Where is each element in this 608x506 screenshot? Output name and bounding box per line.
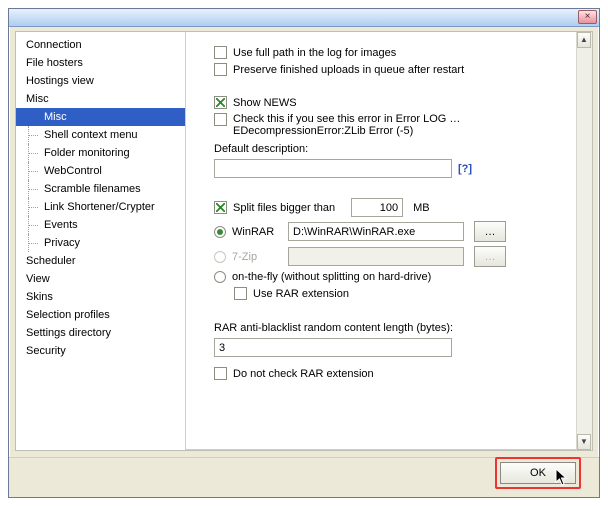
checkbox-show-news[interactable]	[214, 96, 227, 109]
category-tree: Connection File hosters Hostings view Mi…	[16, 32, 186, 450]
dialog-body: Connection File hosters Hostings view Mi…	[15, 31, 593, 451]
settings-panel: ▲ ▼ Use full path in the log for images …	[186, 32, 592, 450]
titlebar: ×	[9, 9, 599, 27]
tree-item-skins[interactable]: Skins	[16, 288, 185, 306]
label-split-unit: MB	[413, 202, 430, 214]
radio-winrar[interactable]	[214, 226, 226, 238]
label-zlib-error: Check this if you see this error in Erro…	[233, 113, 460, 137]
tree-item-scramble-filenames[interactable]: Scramble filenames	[16, 180, 185, 198]
tree-item-misc-misc[interactable]: Misc	[16, 108, 185, 126]
tree-item-link-shortener[interactable]: Link Shortener/Crypter	[16, 198, 185, 216]
browse-winrar-button[interactable]: …	[474, 221, 506, 242]
scrollbar[interactable]: ▲ ▼	[576, 32, 592, 450]
label-on-the-fly: on-the-fly (without splitting on hard-dr…	[232, 271, 431, 283]
tree-item-connection[interactable]: Connection	[16, 36, 185, 54]
ok-highlight: OK	[495, 457, 581, 489]
input-winrar-path[interactable]	[288, 222, 464, 241]
label-zlib-error-line2: EDecompressionError:ZLib Error (-5)	[233, 125, 413, 137]
label-no-check-rar: Do not check RAR extension	[233, 368, 374, 380]
tree-item-hostings-view[interactable]: Hostings view	[16, 72, 185, 90]
checkbox-use-rar-ext[interactable]	[234, 287, 247, 300]
scroll-up-icon[interactable]: ▲	[577, 32, 591, 48]
dialog-footer: OK	[9, 457, 599, 497]
label-preserve-queue: Preserve finished uploads in queue after…	[233, 64, 464, 76]
input-anti-blacklist[interactable]	[214, 338, 452, 357]
tree-item-shell-context-menu[interactable]: Shell context menu	[16, 126, 185, 144]
settings-window: × Connection File hosters Hostings view …	[8, 8, 600, 498]
input-split-size[interactable]	[351, 198, 403, 217]
label-winrar: WinRAR	[232, 226, 282, 238]
tree-item-events[interactable]: Events	[16, 216, 185, 234]
help-default-description[interactable]: [?]	[458, 163, 472, 175]
label-7zip: 7-Zip	[232, 251, 282, 263]
tree-item-security[interactable]: Security	[16, 342, 185, 360]
tree-item-misc[interactable]: Misc	[16, 90, 185, 108]
ok-button[interactable]: OK	[500, 462, 576, 484]
browse-7zip-button: …	[474, 246, 506, 267]
checkbox-no-check-rar[interactable]	[214, 367, 227, 380]
tree-item-selection-profiles[interactable]: Selection profiles	[16, 306, 185, 324]
radio-7zip	[214, 251, 226, 263]
scroll-down-icon[interactable]: ▼	[577, 434, 591, 450]
input-default-description[interactable]	[214, 159, 452, 178]
input-7zip-path	[288, 247, 464, 266]
tree-item-settings-directory[interactable]: Settings directory	[16, 324, 185, 342]
label-zlib-error-line1: Check this if you see this error in Erro…	[233, 113, 460, 125]
label-default-description: Default description:	[214, 143, 568, 155]
checkbox-split-files[interactable]	[214, 201, 227, 214]
tree-item-file-hosters[interactable]: File hosters	[16, 54, 185, 72]
radio-on-the-fly[interactable]	[214, 271, 226, 283]
tree-item-privacy[interactable]: Privacy	[16, 234, 185, 252]
label-anti-blacklist: RAR anti-blacklist random content length…	[214, 322, 568, 334]
tree-item-folder-monitoring[interactable]: Folder monitoring	[16, 144, 185, 162]
label-show-news: Show NEWS	[233, 97, 297, 109]
checkbox-use-full-path[interactable]	[214, 46, 227, 59]
close-icon[interactable]: ×	[578, 10, 597, 24]
tree-item-scheduler[interactable]: Scheduler	[16, 252, 185, 270]
label-use-rar-ext: Use RAR extension	[253, 288, 349, 300]
tree-item-view[interactable]: View	[16, 270, 185, 288]
checkbox-zlib-error[interactable]	[214, 113, 227, 126]
label-use-full-path: Use full path in the log for images	[233, 47, 396, 59]
label-split-files: Split files bigger than	[233, 202, 335, 214]
checkbox-preserve-queue[interactable]	[214, 63, 227, 76]
tree-item-webcontrol[interactable]: WebControl	[16, 162, 185, 180]
